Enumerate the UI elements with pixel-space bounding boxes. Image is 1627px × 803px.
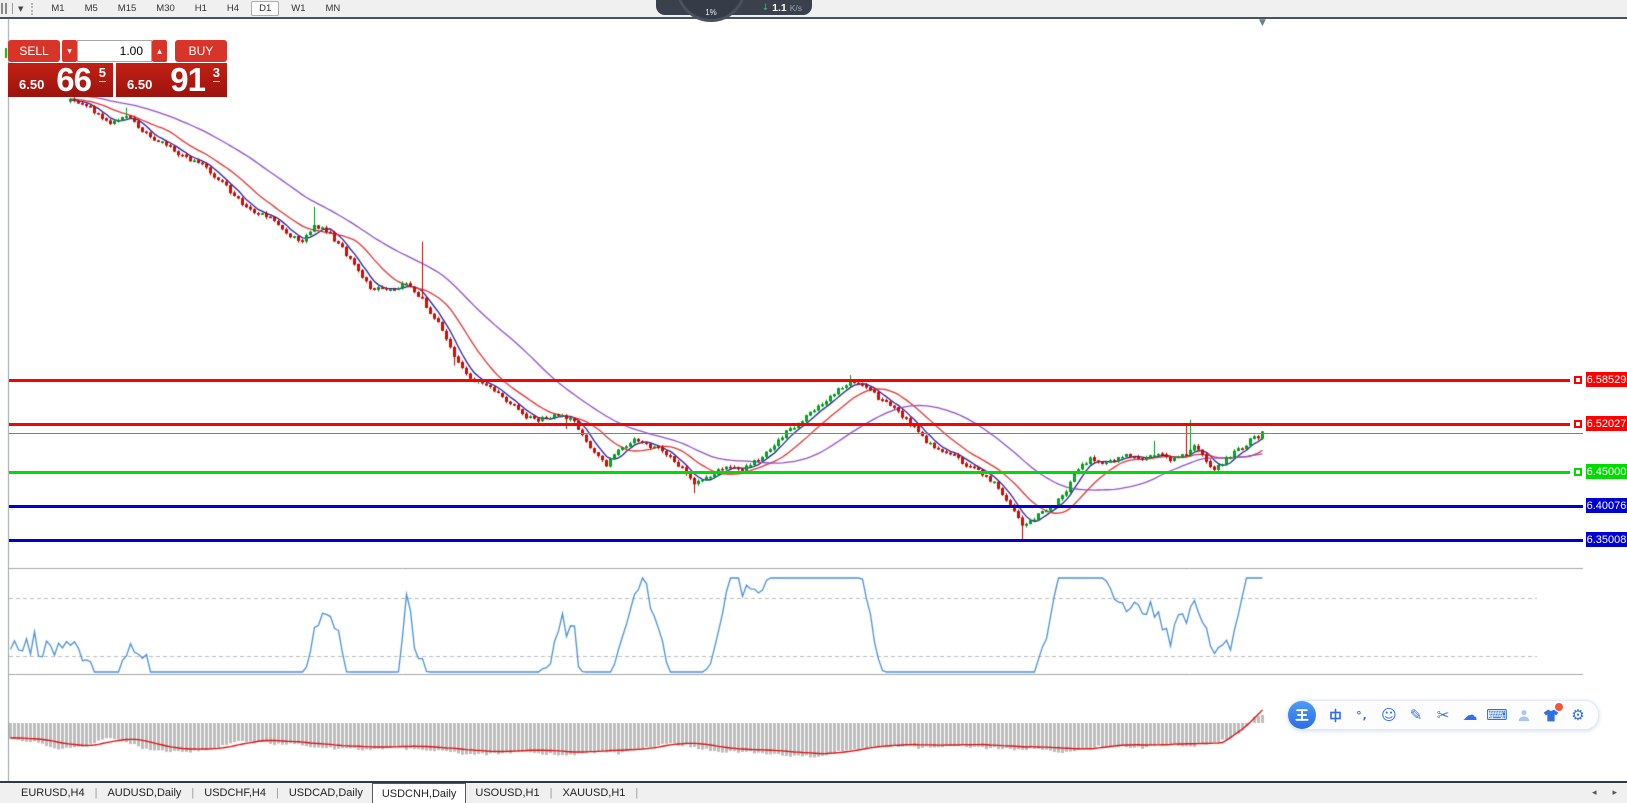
tab-usousd-h1[interactable]: USOUSD,H1	[466, 783, 548, 803]
ime-logo-icon[interactable]	[1288, 701, 1316, 729]
tab-usdcnh-daily[interactable]: USDCNH,Daily	[372, 783, 467, 803]
chart-tab-bar: EURUSD,H4 | AUDUSD,Daily | USDCHF,H4 | U…	[0, 781, 1627, 803]
price-chart-canvas[interactable]	[0, 0, 1627, 803]
sell-button[interactable]: SELL	[8, 40, 60, 62]
punctuation-icon[interactable]: °,	[1354, 706, 1370, 724]
tab-xauusd-h1[interactable]: XAUUSD,H1	[553, 783, 634, 803]
chart-dropdown-icon[interactable]: ▼	[1259, 18, 1266, 28]
tab-scroll-right-icon[interactable]: ▸	[1612, 788, 1617, 798]
skin-tshirt-icon[interactable]	[1543, 706, 1559, 724]
notification-dot	[1555, 703, 1563, 711]
network-speed-value: 1.1	[772, 2, 787, 14]
ime-toolbar: °, ☺ ✎ ✂ ☁ ⌨ ⚙	[1288, 700, 1599, 730]
horizontal-price-line[interactable]	[9, 539, 1583, 542]
horizontal-price-line[interactable]	[9, 433, 1583, 434]
buy-price-panel[interactable]: 6.50 91 3	[116, 63, 227, 97]
cloud-sync-icon[interactable]: ☁	[1462, 706, 1478, 724]
price-label: 6.35008	[1586, 532, 1627, 547]
network-badge-text: 1%	[679, 8, 743, 17]
emoji-icon[interactable]: ☺	[1381, 706, 1397, 724]
tab-scroll-controls: ◂ ▸	[1592, 783, 1627, 803]
buy-price-prefix: 6.50	[127, 77, 152, 92]
one-click-trade-widget: SELL ▼ ▲ BUY 6.50 66 5 6.50 91 3	[8, 40, 227, 97]
network-speed-overlay[interactable]: 1% ↓ 1.1 K/s	[656, 0, 812, 15]
buy-button[interactable]: BUY	[175, 40, 227, 62]
sell-price-panel[interactable]: 6.50 66 5	[8, 63, 113, 97]
sell-price-prefix: 6.50	[19, 77, 44, 92]
line-drag-handle[interactable]	[1574, 420, 1582, 428]
tab-scroll-left-icon[interactable]: ◂	[1592, 788, 1597, 798]
horizontal-price-line[interactable]	[9, 423, 1570, 426]
tab-eurusd-h4[interactable]: EURUSD,H4	[12, 783, 94, 803]
tab-separator: |	[634, 783, 639, 803]
horizontal-price-line[interactable]	[9, 505, 1583, 508]
network-speed-unit: K/s	[790, 3, 802, 13]
tab-usdchf-h4[interactable]: USDCHF,H4	[195, 783, 275, 803]
virtual-keyboard-icon[interactable]: ⌨	[1489, 706, 1505, 724]
mt4-window: ▼ M1 M5 M15 M30 H1 H4 D1 W1 MN 1% ↓ 1.1 …	[0, 0, 1627, 803]
horizontal-price-line[interactable]	[9, 471, 1570, 474]
settings-gear-icon[interactable]: ⚙	[1570, 706, 1586, 724]
price-label: 6.40076	[1586, 498, 1627, 513]
price-label: 6.52027	[1586, 416, 1627, 431]
sell-price-big: 66	[56, 63, 91, 97]
tab-audusd-daily[interactable]: AUDUSD,Daily	[98, 783, 190, 803]
screenshot-scissors-icon[interactable]: ✂	[1435, 706, 1451, 724]
sell-price-sup: 5	[99, 65, 106, 82]
tab-usdcad-daily[interactable]: USDCAD,Daily	[280, 783, 372, 803]
line-drag-handle[interactable]	[1574, 468, 1582, 476]
buy-price-sup: 3	[213, 65, 220, 82]
volume-down-button[interactable]: ▼	[62, 40, 77, 62]
chinese-mode-icon[interactable]	[1327, 706, 1343, 724]
line-drag-handle[interactable]	[1574, 376, 1582, 384]
price-label: 6.58529	[1586, 372, 1627, 387]
account-person-icon[interactable]	[1516, 706, 1532, 724]
volume-input[interactable]	[77, 40, 152, 62]
horizontal-price-line[interactable]	[9, 379, 1570, 382]
buy-price-big: 91	[170, 63, 205, 97]
volume-up-button[interactable]: ▲	[152, 40, 167, 62]
download-arrow-icon: ↓	[762, 3, 770, 13]
price-label: 6.45000	[1586, 464, 1627, 479]
handwriting-pencil-icon[interactable]: ✎	[1408, 706, 1424, 724]
